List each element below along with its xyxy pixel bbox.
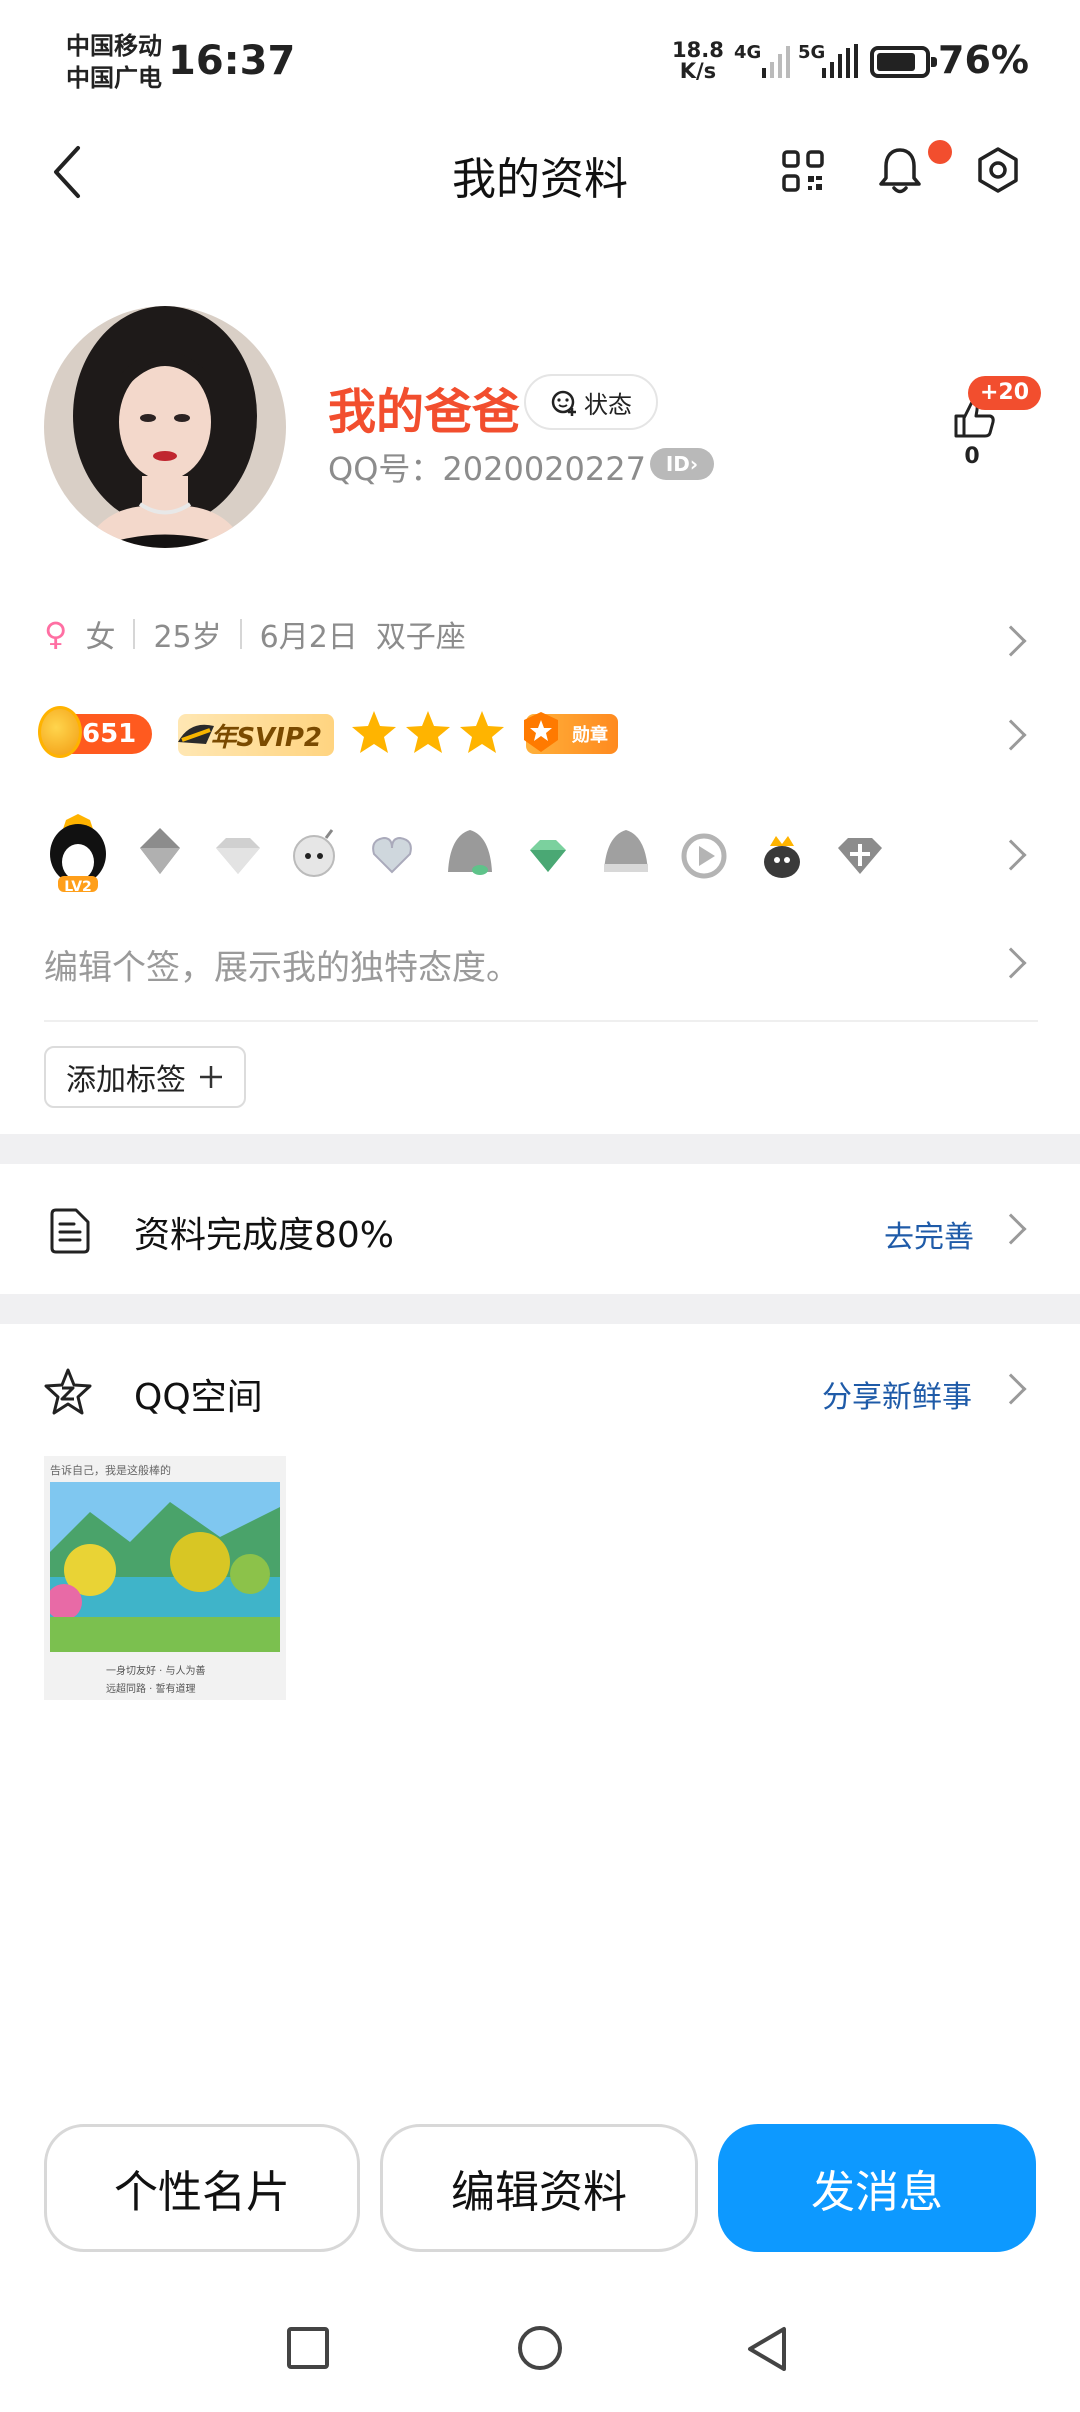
thumb-line-1: 一身切友好 · 与人为善 xyxy=(106,1666,206,1677)
star-icon[interactable] xyxy=(404,708,452,756)
bomb-face-icon xyxy=(293,829,335,877)
send-message-button[interactable]: 发消息 xyxy=(718,2124,1036,2252)
signal-bars-5g-icon xyxy=(822,44,858,78)
recent-apps-icon[interactable] xyxy=(286,2326,330,2370)
carrier-label: 中国移动 中国广电 xyxy=(66,30,162,94)
chevron-right-icon[interactable] xyxy=(995,625,1027,657)
id-chip-arrow-icon: › xyxy=(689,452,699,476)
star-icon[interactable] xyxy=(458,708,506,756)
carrier-2: 中国广电 xyxy=(66,64,162,92)
share-news-link[interactable]: 分享新鲜事 xyxy=(822,1372,972,1416)
level-badge-label: LV2 xyxy=(64,879,92,895)
signal-bars-icon xyxy=(762,46,790,78)
penguin-hat-gray-icon xyxy=(604,830,648,872)
qq-level-value: 651 xyxy=(82,719,137,749)
divider xyxy=(133,619,136,649)
medal-star-icon xyxy=(524,712,558,752)
plus-icon xyxy=(200,1066,222,1088)
heart-icon xyxy=(372,836,412,874)
status-label: 状态 xyxy=(584,390,632,419)
avatar[interactable] xyxy=(44,306,286,548)
medal-label: 勋章 xyxy=(572,725,608,746)
zodiac: 双子座 xyxy=(375,620,466,655)
chevron-right-icon[interactable] xyxy=(995,839,1027,871)
battery-percent: 76% xyxy=(938,38,1029,82)
settings-icon[interactable] xyxy=(974,146,1022,194)
female-icon: ♀ xyxy=(44,615,68,653)
qq-number[interactable]: QQ号：2020020227 xyxy=(328,444,646,490)
landscape-image xyxy=(50,1482,280,1652)
status-add-icon xyxy=(551,390,576,416)
net-speed-value: 18.8 xyxy=(672,38,724,62)
chevron-right-icon[interactable] xyxy=(995,947,1027,979)
diamond-gray-icon xyxy=(140,828,180,874)
chevron-right-icon[interactable] xyxy=(995,1373,1027,1405)
qzone-title[interactable]: QQ空间 xyxy=(134,1368,263,1420)
id-chip[interactable]: ID › xyxy=(650,448,714,480)
thumb-caption: 告诉自己，我是这般棒的 xyxy=(50,1464,171,1477)
svip-label: 年SVIP2 xyxy=(210,722,322,753)
bell-icon[interactable] xyxy=(878,146,922,196)
qr-code-icon[interactable] xyxy=(782,150,824,192)
notification-dot xyxy=(928,140,952,164)
penguin-crown-icon xyxy=(764,836,800,878)
age: 25岁 xyxy=(153,620,222,655)
divider xyxy=(239,619,242,649)
diamond-green-icon xyxy=(530,840,566,872)
home-icon[interactable] xyxy=(516,2326,564,2374)
net-speed-unit: K/s xyxy=(679,59,717,83)
gender: 女 xyxy=(85,620,116,655)
battery-icon xyxy=(870,46,937,78)
decoration-icons-row[interactable]: LV2 xyxy=(42,810,902,900)
diamond-cross-icon xyxy=(838,838,882,874)
carrier-1: 中国移动 xyxy=(66,32,162,60)
nickname: 我的爸爸 xyxy=(328,384,521,440)
profile-card-button[interactable]: 个性名片 xyxy=(44,2124,360,2252)
chevron-right-icon[interactable] xyxy=(995,719,1027,751)
add-tag-button[interactable]: 添加标签 xyxy=(44,1046,246,1108)
status-button[interactable]: 状态 xyxy=(524,374,658,430)
section-separator xyxy=(0,1294,1080,1324)
section-separator xyxy=(0,1134,1080,1164)
star-icon[interactable] xyxy=(350,708,398,756)
play-icon xyxy=(681,833,727,879)
add-tag-label: 添加标签 xyxy=(66,1063,186,1098)
likes-badge: +20 xyxy=(968,376,1042,410)
birthday: 6月2日 xyxy=(259,620,358,655)
signature-placeholder[interactable]: 编辑个签，展示我的独特态度。 xyxy=(44,940,520,989)
id-chip-label: ID xyxy=(665,452,690,476)
qzone-star-icon xyxy=(44,1368,92,1415)
signal-4g-label: 4G xyxy=(734,42,762,63)
completion-label: 资料完成度80% xyxy=(134,1215,395,1256)
complete-profile-link[interactable]: 去完善 xyxy=(884,1212,974,1256)
divider xyxy=(44,1020,1038,1022)
level-coin-icon xyxy=(38,706,82,758)
qzone-photo-thumbnail[interactable]: 告诉自己，我是这般棒的 一身切友好 · 与人为善 远超同路 · 誓有道理 xyxy=(44,1456,286,1700)
status-time: 16:37 xyxy=(168,38,296,84)
edit-profile-button[interactable]: 编辑资料 xyxy=(380,2124,698,2252)
penguin-hat-icon xyxy=(448,830,492,875)
document-icon xyxy=(50,1208,90,1254)
back-nav-icon[interactable] xyxy=(744,2326,790,2374)
basic-info-row[interactable]: ♀ 女 25岁 6月2日 双子座 xyxy=(44,612,466,656)
thumb-line-2: 远超同路 · 誓有道理 xyxy=(106,1684,196,1695)
net-speed: 18.8 K/s xyxy=(672,40,724,82)
diamond-light-icon xyxy=(216,838,260,874)
svip-crown-icon xyxy=(178,724,214,744)
likes-count: 0 xyxy=(964,444,980,469)
